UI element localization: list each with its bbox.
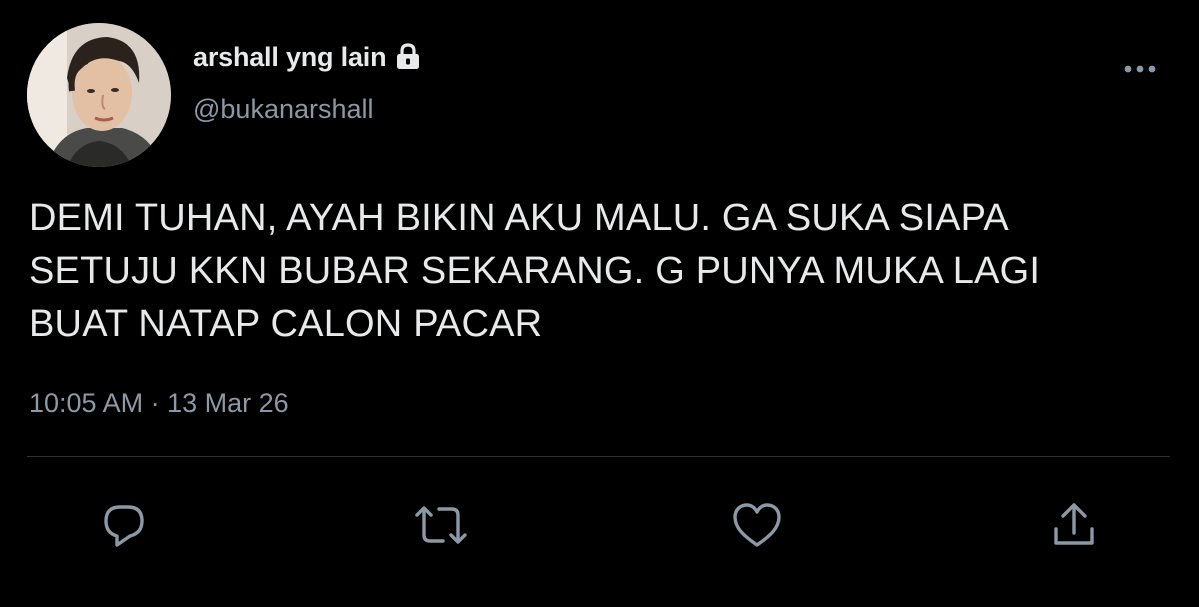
meta-separator: · — [150, 388, 160, 418]
display-name-row: arshall yng lain — [193, 40, 421, 74]
avatar[interactable] — [27, 23, 171, 167]
share-icon — [1054, 503, 1094, 545]
user-handle[interactable]: @bukanarshall — [193, 94, 374, 125]
tweet-text: DEMI TUHAN, AYAH BIKIN AKU MALU. GA SUKA… — [29, 197, 1041, 345]
tweet-card: arshall yng lain @bukanarshall DEMI TUHA… — [0, 0, 1199, 607]
share-button[interactable] — [1044, 495, 1104, 555]
display-name[interactable]: arshall yng lain — [193, 42, 387, 73]
lock-icon — [395, 43, 421, 71]
reply-button[interactable] — [94, 495, 154, 555]
avatar-photo — [27, 23, 171, 167]
reply-icon — [104, 505, 144, 547]
action-bar — [0, 495, 1199, 555]
tweet-timestamp[interactable]: 10:05 AM · 13 Mar 26 — [29, 388, 289, 419]
more-options-icon[interactable] — [1120, 55, 1160, 83]
tweet-time: 10:05 AM — [29, 388, 144, 418]
like-button[interactable] — [727, 495, 787, 555]
retweet-button[interactable] — [411, 495, 471, 555]
divider — [27, 456, 1170, 457]
retweet-icon — [415, 506, 467, 544]
heart-icon — [733, 503, 781, 547]
tweet-date: 13 Mar 26 — [167, 388, 289, 418]
